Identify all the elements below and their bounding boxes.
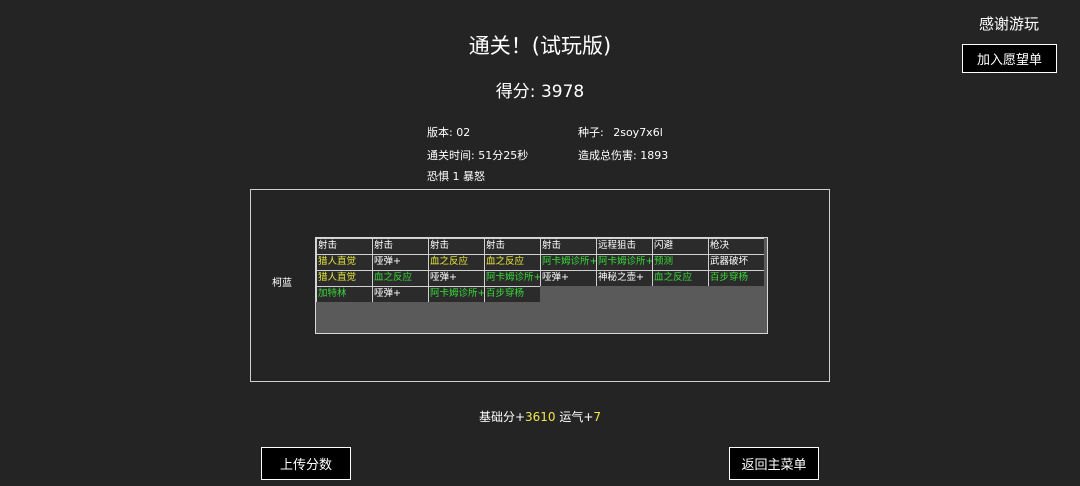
base-score-value: 3610: [525, 410, 556, 424]
card-cell: 哑弹+: [540, 270, 596, 286]
card-grid: 射击 射击 射击 射击 射击 远程狙击 闪避 枪决 猎人直觉 哑弹+ 血之反应 血之反应 阿卡姆诊所+ 阿…: [315, 237, 768, 334]
seed-label: 种子:: [578, 126, 604, 139]
seed-value: 2soy7x6l: [613, 126, 663, 139]
card-cell: 哑弹+: [372, 254, 428, 270]
card-cell: 加特林: [316, 286, 372, 302]
score-display: 得分: 3978: [0, 77, 1080, 102]
card-cell: 预测: [652, 254, 708, 270]
character-name: 柯蓝: [272, 278, 292, 289]
modifier-text: 恐惧 1 暴怒: [427, 170, 485, 183]
result-title: 通关！(试玩版): [468, 34, 612, 58]
card-cell: 阿卡姆诊所+: [596, 254, 652, 270]
card-cell: 血之反应: [428, 254, 484, 270]
card-cell: 百步穿杨: [708, 270, 764, 286]
card-cell: 射击: [484, 238, 540, 254]
card-cell: 阿卡姆诊所+: [428, 286, 484, 302]
thanks-text: 感谢游玩: [978, 15, 1039, 33]
card-cell: 阿卡姆诊所+: [484, 270, 540, 286]
base-score-label: 基础分+: [478, 410, 525, 424]
card-cell: 射击: [316, 238, 372, 254]
card-cell: 枪决: [708, 238, 764, 254]
card-cell: 闪避: [652, 238, 708, 254]
card-row: 猎人直觉 哑弹+ 血之反应 血之反应 阿卡姆诊所+ 阿卡姆诊所+ 预测 武器破坏: [316, 254, 767, 270]
card-row: 加特林 哑弹+ 阿卡姆诊所+ 百步穿杨: [316, 286, 767, 302]
card-cell: 阿卡姆诊所+: [540, 254, 596, 270]
main-menu-button[interactable]: 返回主菜单: [729, 447, 819, 480]
card-cell: 哑弹+: [428, 270, 484, 286]
card-cell: 血之反应: [484, 254, 540, 270]
score-label: 得分:: [495, 82, 536, 102]
card-cell: 武器破坏: [708, 254, 764, 270]
card-cell: 射击: [372, 238, 428, 254]
card-cell: 血之反应: [652, 270, 708, 286]
card-cell: 射击: [540, 238, 596, 254]
card-cell: 猎人直觉: [316, 270, 372, 286]
card-cell: 百步穿杨: [484, 286, 540, 302]
card-cell: 血之反应: [372, 270, 428, 286]
card-cell: 远程狙击: [596, 238, 652, 254]
score-value: 3978: [540, 82, 585, 102]
luck-value: 7: [593, 410, 602, 424]
upload-score-button[interactable]: 上传分数: [261, 447, 351, 480]
card-row: 猎人直觉 血之反应 哑弹+ 阿卡姆诊所+ 哑弹+ 神秘之壶+ 血之反应 百步穿杨: [316, 270, 767, 286]
card-row: 射击 射击 射击 射击 射击 远程狙击 闪避 枪决: [316, 238, 767, 254]
card-cell: 哑弹+: [372, 286, 428, 302]
card-cell: 神秘之壶+: [596, 270, 652, 286]
seed-text: 种子: 2soy7x6l: [578, 124, 663, 140]
luck-label: 运气+: [555, 410, 594, 424]
wishlist-button[interactable]: 加入愿望单: [962, 44, 1057, 73]
version-text: 版本: 02: [427, 126, 471, 139]
total-damage-text: 造成总伤害: 1893: [578, 149, 669, 162]
score-summary: 基础分+3610 运气+7: [0, 408, 1080, 425]
clear-time-text: 通关时间: 51分25秒: [427, 149, 529, 162]
card-cell: 猎人直觉: [316, 254, 372, 270]
card-cell: 射击: [428, 238, 484, 254]
